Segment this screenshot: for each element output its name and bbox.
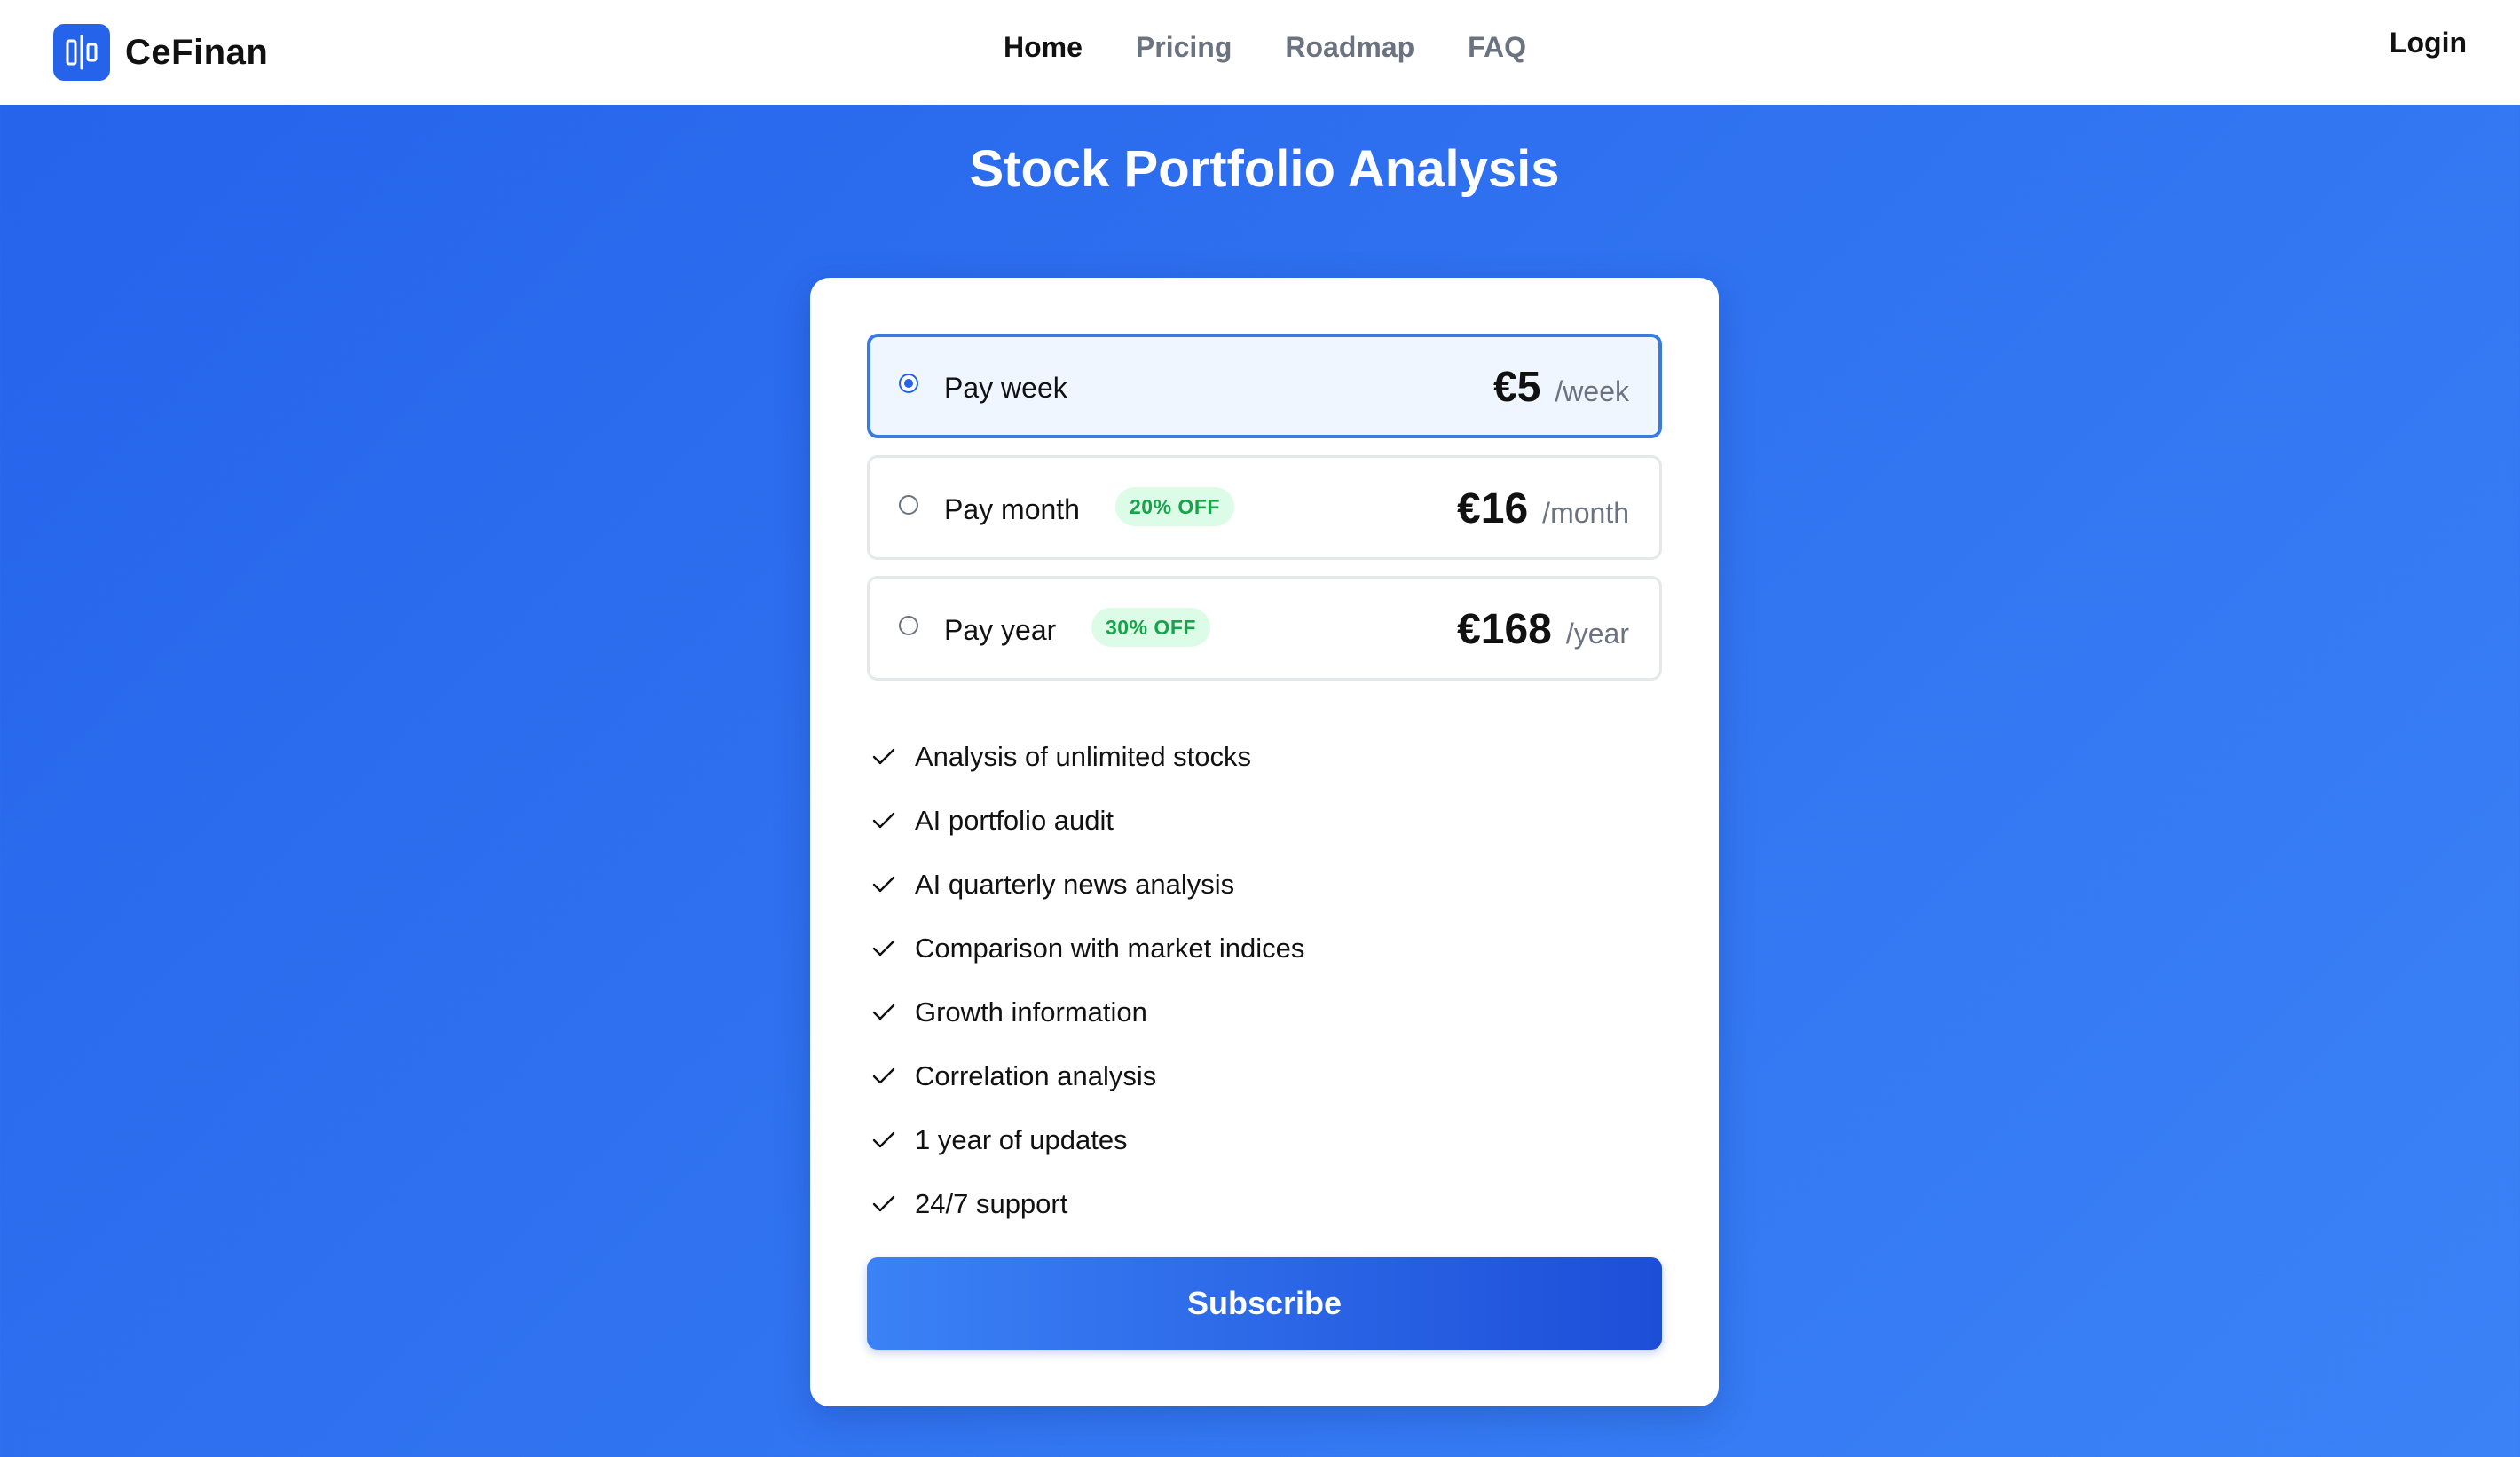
price-period: /month	[1542, 497, 1629, 529]
checkmark-icon	[870, 1127, 897, 1154]
feature-text: Growth information	[915, 996, 1147, 1028]
checkmark-icon	[870, 1063, 897, 1090]
feature-text: 1 year of updates	[915, 1124, 1128, 1155]
price-amount: €16	[1457, 485, 1529, 532]
radio-button[interactable]	[899, 616, 918, 635]
checkmark-icon	[870, 935, 897, 962]
price-period: /year	[1565, 618, 1629, 650]
plan-option-month[interactable]: Pay month 20% OFF €16 /month	[867, 455, 1662, 560]
nav-item-home[interactable]: Home	[1004, 31, 1083, 64]
price-period: /week	[1555, 375, 1629, 407]
radio-button-selected[interactable]	[899, 374, 918, 393]
subscribe-button[interactable]: Subscribe	[867, 1257, 1662, 1350]
checkmark-icon	[870, 999, 897, 1026]
brand-name: CeFinan	[125, 32, 269, 72]
checkmark-icon	[870, 744, 897, 770]
radio-dot	[904, 379, 913, 388]
pricing-card: Pay week €5 /week Pay month 20% OFF €16 …	[810, 278, 1719, 1406]
feature-text: 24/7 support	[915, 1188, 1068, 1219]
nav-item-roadmap[interactable]: Roadmap	[1285, 31, 1414, 64]
login-link[interactable]: Login	[2390, 27, 2467, 59]
price-amount: €168	[1457, 606, 1552, 653]
feature-item: AI portfolio audit	[870, 789, 1304, 853]
nav-item-faq[interactable]: FAQ	[1468, 31, 1526, 64]
plan-price: €168 /year	[1457, 605, 1629, 654]
plan-option-year[interactable]: Pay year 30% OFF €168 /year	[867, 576, 1662, 681]
feature-item: Correlation analysis	[870, 1044, 1304, 1108]
plan-price: €5 /week	[1493, 363, 1629, 412]
checkmark-icon	[870, 1191, 897, 1217]
checkmark-icon	[870, 871, 897, 898]
main-nav: Home Pricing Roadmap FAQ	[1004, 27, 1579, 67]
feature-item: Growth information	[870, 981, 1304, 1044]
page-title: Stock Portfolio Analysis	[969, 140, 1560, 198]
checkmark-icon	[870, 807, 897, 834]
feature-text: Correlation analysis	[915, 1060, 1157, 1091]
plan-option-week[interactable]: Pay week €5 /week	[867, 334, 1662, 438]
discount-badge: 30% OFF	[1091, 608, 1210, 647]
feature-text: Analysis of unlimited stocks	[915, 741, 1252, 772]
top-navbar: CeFinan Home Pricing Roadmap FAQ Login	[0, 0, 2520, 105]
brand-logo[interactable]: CeFinan	[53, 24, 268, 81]
feature-item: 24/7 support	[870, 1172, 1304, 1236]
nav-item-pricing[interactable]: Pricing	[1136, 31, 1232, 64]
plan-label: Pay year	[944, 614, 1057, 646]
feature-item: AI quarterly news analysis	[870, 853, 1304, 917]
feature-list: Analysis of unlimited stocks AI portfoli…	[870, 725, 1304, 1236]
radio-button[interactable]	[899, 495, 918, 515]
plan-label: Pay week	[944, 372, 1067, 404]
plan-label: Pay month	[944, 493, 1080, 525]
feature-text: AI portfolio audit	[915, 805, 1114, 836]
feature-item: Comparison with market indices	[870, 917, 1304, 981]
price-amount: €5	[1493, 364, 1541, 411]
feature-item: Analysis of unlimited stocks	[870, 725, 1304, 789]
plan-price: €16 /month	[1457, 484, 1629, 533]
feature-text: Comparison with market indices	[915, 933, 1305, 964]
discount-badge: 20% OFF	[1115, 487, 1234, 526]
feature-text: AI quarterly news analysis	[915, 869, 1235, 900]
feature-item: 1 year of updates	[870, 1108, 1304, 1172]
bar-chart-logo-icon	[53, 24, 110, 81]
